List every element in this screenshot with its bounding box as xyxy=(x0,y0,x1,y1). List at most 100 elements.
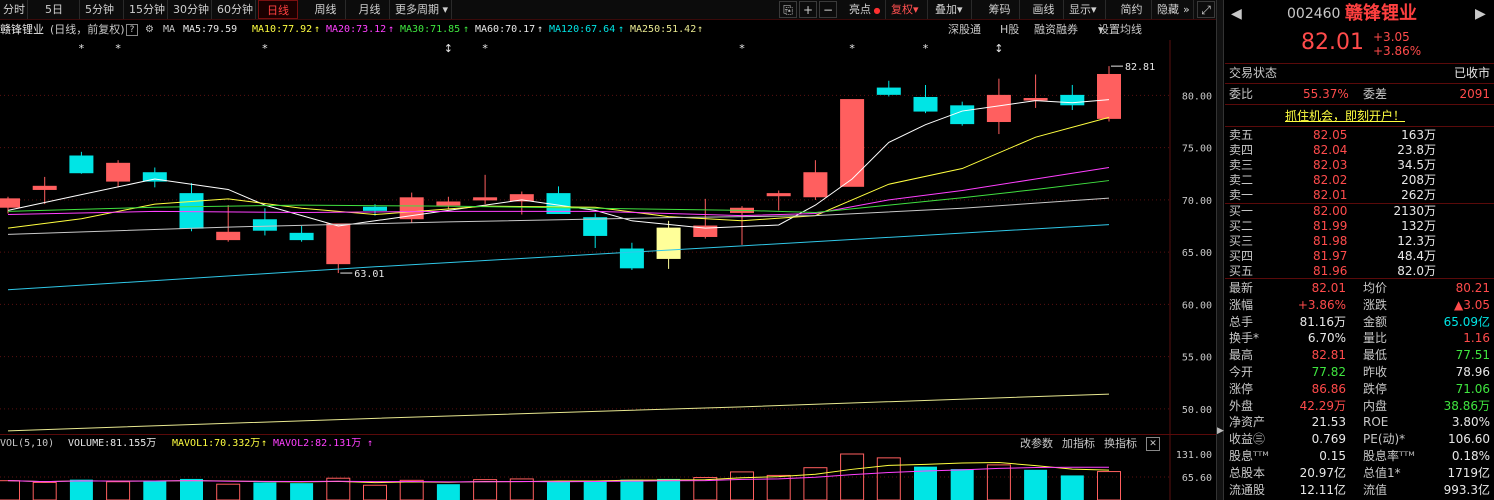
zoom-out-icon[interactable]: − xyxy=(819,1,837,18)
volume-bar xyxy=(583,480,607,500)
bid-price: 81.98 xyxy=(1313,234,1348,248)
open-account-link[interactable]: 抓住机会，即刻开户！ xyxy=(1285,106,1405,126)
stat-value: 77.51 xyxy=(1455,348,1490,363)
candle-body xyxy=(252,219,277,231)
bid-row[interactable]: 买五 81.96 82.0万 xyxy=(1225,264,1494,279)
help-icon[interactable]: ? xyxy=(126,24,138,36)
panel-splitter[interactable]: ▶ xyxy=(1216,0,1224,500)
bid-volume: 2130万 xyxy=(1393,204,1436,218)
volume-bar xyxy=(290,483,314,500)
bid-level-label: 买三 xyxy=(1229,234,1254,248)
next-stock-icon[interactable]: ▶ xyxy=(1475,4,1486,24)
candle-fill xyxy=(473,197,497,200)
ask-row[interactable]: 卖四 82.04 23.8万 xyxy=(1225,143,1494,158)
settings-icon[interactable]: ⚙ xyxy=(145,21,154,39)
stat-value: 3.80% xyxy=(1451,415,1490,430)
y-tick-label: 80.00 xyxy=(1182,91,1212,102)
volume-bar xyxy=(473,479,498,500)
candle-fill xyxy=(436,201,460,206)
period-tab-5min[interactable]: 5分钟 xyxy=(82,0,124,19)
candle-body xyxy=(363,206,387,211)
ask-row[interactable]: 卖一 82.01 262万 xyxy=(1225,188,1494,203)
up-arrow-icon: ↑ xyxy=(537,24,544,35)
event-marker: * xyxy=(849,42,855,55)
promo-row[interactable]: 抓住机会，即刻开户！ xyxy=(1225,106,1494,126)
volume-label: VOL(5,10) xyxy=(0,438,55,449)
stat-value: 20.97亿 xyxy=(1299,465,1346,480)
chart-mode: (日线，前复权) xyxy=(50,23,125,36)
highlight-label: 亮点 xyxy=(849,3,871,16)
simple-button[interactable]: 简约 xyxy=(1112,0,1152,19)
event-marker: * xyxy=(79,42,85,55)
more-periods-dropdown[interactable]: 更多周期 ▾ xyxy=(392,0,452,19)
stat-value: 12.11亿 xyxy=(1299,482,1346,497)
stat-value: 106.60 xyxy=(1448,432,1490,447)
bid-level-label: 买五 xyxy=(1229,264,1254,278)
stat-label: 换手* xyxy=(1229,331,1260,346)
bid-row[interactable]: 买一 82.00 2130万 xyxy=(1225,204,1494,219)
bid-price: 81.97 xyxy=(1313,249,1348,263)
volume-bar xyxy=(436,484,460,500)
volume-bar xyxy=(143,480,167,500)
candle-body xyxy=(876,87,901,95)
period-tab-monthly[interactable]: 月线 xyxy=(350,0,390,19)
candle-fill xyxy=(33,186,57,190)
ask-row[interactable]: 卖二 82.02 208万 xyxy=(1225,173,1494,188)
volume-bar xyxy=(657,478,681,500)
price-chart[interactable]: 80.00 75.00 70.00 65.00 60.00 55.00 50.00 82.81… xyxy=(0,40,1216,500)
bid-row[interactable]: 买四 81.97 48.4万 xyxy=(1225,249,1494,264)
candle-body xyxy=(583,217,608,236)
bid-row[interactable]: 买三 81.98 12.3万 xyxy=(1225,234,1494,249)
volume-bar xyxy=(620,479,644,500)
set-ma-label: 设置均线 xyxy=(1098,23,1142,36)
ask-row[interactable]: 卖五 82.05 163万 xyxy=(1225,128,1494,143)
stat-value: ▲3.05 xyxy=(1454,297,1490,312)
volume-bar xyxy=(363,484,387,500)
up-arrow-icon: ↑ xyxy=(618,24,625,35)
overlay-dropdown[interactable]: 叠加▾ xyxy=(932,0,972,19)
link-h-share[interactable]: H股 xyxy=(1000,21,1019,39)
bid-volume: 48.4万 xyxy=(1397,249,1436,263)
ask-row[interactable]: 卖三 82.03 34.5万 xyxy=(1225,158,1494,173)
collapse-arrow-icon[interactable]: ▶ xyxy=(1217,426,1224,436)
period-tab-weekly[interactable]: 周线 xyxy=(306,0,346,19)
switch-indicator-link[interactable]: 换指标 xyxy=(1104,435,1137,453)
close-icon[interactable]: ✕ xyxy=(1146,437,1160,451)
volume-bar xyxy=(1024,469,1048,500)
adjust-dropdown[interactable]: 复权▾ xyxy=(888,0,928,19)
stat-label: 昨收 xyxy=(1363,365,1388,379)
copy-icon[interactable]: ⎘ xyxy=(779,1,797,18)
zoom-in-icon[interactable]: + xyxy=(799,1,817,18)
link-margin[interactable]: 融资融券 xyxy=(1034,21,1078,39)
volume-bar xyxy=(69,479,93,500)
volume-info-row: VOL(5,10) VOLUME:81.155万 MAVOL1:70.332万 … xyxy=(0,434,1222,452)
stat-label: 均价 xyxy=(1363,281,1388,295)
link-hk-connect[interactable]: 深股通 xyxy=(948,21,981,39)
draw-line-button[interactable]: 画线 xyxy=(1024,0,1064,19)
stat-value: 0.769 xyxy=(1311,432,1346,447)
candle-fill xyxy=(840,99,864,187)
stat-label: 总值1* xyxy=(1363,465,1401,480)
volume-bar xyxy=(0,480,20,500)
highlight-button[interactable]: 亮点 ● xyxy=(846,0,886,19)
trade-status-label: 交易状态 xyxy=(1229,66,1278,80)
period-tab-daily[interactable]: 日线 xyxy=(258,0,298,19)
period-tab-30min[interactable]: 30分钟 xyxy=(170,0,212,19)
prev-stock-icon[interactable]: ◀ xyxy=(1231,4,1242,24)
change-params-link[interactable]: 改参数 xyxy=(1020,435,1053,453)
double-chevron-right-icon[interactable]: » xyxy=(1180,0,1194,19)
fullscreen-icon[interactable]: ⤢ xyxy=(1197,1,1215,18)
display-dropdown[interactable]: 显示▾ xyxy=(1066,0,1106,19)
y-tick-label: 55.00 xyxy=(1182,353,1212,364)
period-tab-5day[interactable]: 5日 xyxy=(42,0,80,19)
ma250-value: MA250:51.42 xyxy=(630,24,697,35)
add-indicator-link[interactable]: 加指标 xyxy=(1062,435,1095,453)
period-tab-15min[interactable]: 15分钟 xyxy=(126,0,168,19)
period-tab-intraday[interactable]: 分时 xyxy=(0,0,28,19)
vol-tick-label: 65.60 xyxy=(1182,473,1212,484)
weibi-row: 委比 55.37% 委差 2091 xyxy=(1225,86,1494,103)
event-marker: * xyxy=(482,42,488,55)
bid-row[interactable]: 买二 81.99 132万 xyxy=(1225,219,1494,234)
chips-button[interactable]: 筹码 xyxy=(980,0,1020,19)
period-tab-60min[interactable]: 60分钟 xyxy=(214,0,256,19)
